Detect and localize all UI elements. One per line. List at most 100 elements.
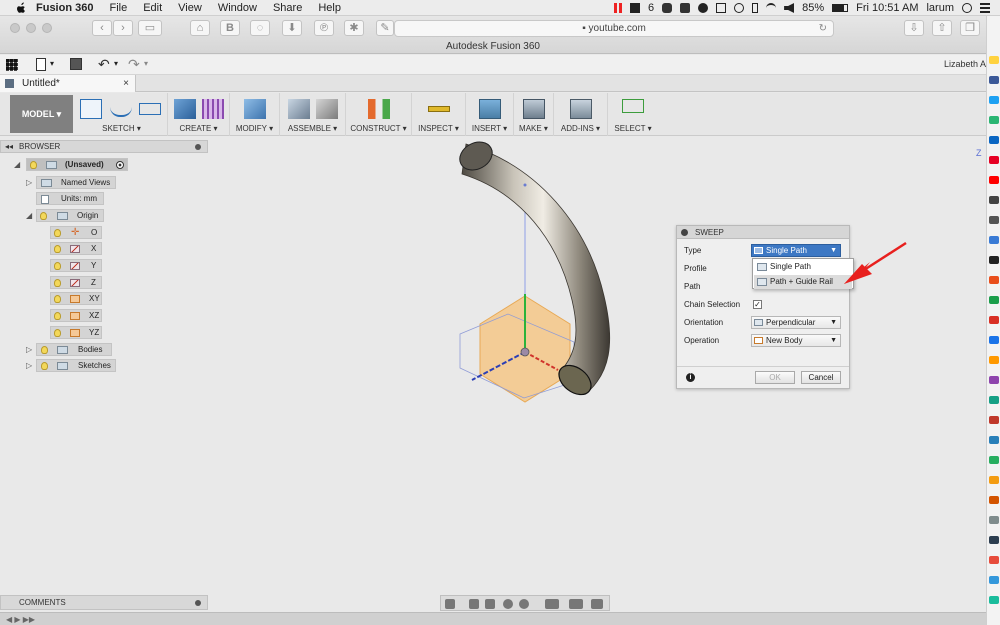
tree-units[interactable]: Units: mm bbox=[36, 192, 104, 205]
collapse-triangle-icon[interactable]: ◢ bbox=[26, 210, 32, 221]
dock-app-icon[interactable] bbox=[989, 276, 999, 284]
spotlight-icon[interactable] bbox=[962, 3, 972, 13]
visibility-bulb-icon[interactable] bbox=[41, 346, 48, 354]
origin-point[interactable] bbox=[520, 347, 530, 357]
orientation-select[interactable]: Perpendicular ▼ bbox=[751, 316, 841, 329]
pinterest-button[interactable]: ℗ bbox=[314, 20, 334, 36]
lock-icon[interactable] bbox=[716, 3, 727, 13]
expand-triangle-icon[interactable]: ▷ bbox=[26, 177, 32, 188]
address-bar[interactable]: ▪ youtube.com ↻ bbox=[394, 20, 834, 37]
dock-app-icon[interactable] bbox=[989, 116, 999, 124]
tree-origin[interactable]: ◢ Origin bbox=[26, 209, 104, 222]
share-button[interactable]: ⇧ bbox=[932, 20, 952, 36]
inspect-menu[interactable]: INSPECT ▾ bbox=[412, 124, 465, 133]
extension-button-3[interactable]: ✎ bbox=[376, 20, 394, 36]
visibility-bulb-icon[interactable] bbox=[40, 212, 47, 220]
expand-triangle-icon[interactable]: ▷ bbox=[26, 360, 32, 371]
dock-app-icon[interactable] bbox=[989, 456, 999, 464]
modify-menu[interactable]: MODIFY ▾ bbox=[230, 124, 279, 133]
menu-file[interactable]: File bbox=[109, 2, 127, 14]
dock-app-icon[interactable] bbox=[989, 156, 999, 164]
insert-image-icon[interactable] bbox=[479, 99, 501, 119]
dock-app-icon[interactable] bbox=[989, 196, 999, 204]
operation-select[interactable]: New Body ▼ bbox=[751, 334, 841, 347]
expand-triangle-icon[interactable]: ▷ bbox=[26, 344, 32, 355]
collapse-dialog-icon[interactable] bbox=[681, 229, 688, 236]
downloads-button[interactable]: ⇩ bbox=[904, 20, 924, 36]
extension-button-1[interactable]: ◌ bbox=[250, 20, 270, 36]
tree-yz-plane[interactable]: YZ bbox=[50, 326, 102, 339]
comments-panel[interactable]: COMMENTS bbox=[0, 595, 208, 610]
sketch-group[interactable]: SKETCH ▾ bbox=[76, 93, 168, 136]
redo-icon[interactable]: ↷ bbox=[128, 56, 140, 73]
dock-app-icon[interactable] bbox=[989, 516, 999, 524]
activate-radio-icon[interactable] bbox=[116, 161, 124, 169]
dock-app-icon[interactable] bbox=[989, 296, 999, 304]
visibility-bulb-icon[interactable] bbox=[54, 262, 61, 270]
dock-app-icon[interactable] bbox=[989, 216, 999, 224]
redo-caret-icon[interactable]: ▾ bbox=[144, 59, 148, 68]
scripts-icon[interactable] bbox=[570, 99, 592, 119]
dock-app-icon[interactable] bbox=[989, 76, 999, 84]
visibility-bulb-icon[interactable] bbox=[54, 279, 61, 287]
dock-app-icon[interactable] bbox=[989, 176, 999, 184]
dock-app-icon[interactable] bbox=[989, 356, 999, 364]
assemble-menu[interactable]: ASSEMBLE ▾ bbox=[280, 124, 345, 133]
pin-icon[interactable] bbox=[195, 144, 201, 150]
zoom-icon[interactable] bbox=[503, 599, 513, 609]
save-icon[interactable] bbox=[70, 58, 82, 70]
menu-edit[interactable]: Edit bbox=[143, 2, 162, 14]
select-group[interactable]: SELECT ▾ bbox=[608, 93, 658, 136]
make-menu[interactable]: MAKE ▾ bbox=[514, 124, 553, 133]
dock-app-icon[interactable] bbox=[989, 476, 999, 484]
apps-grid-icon[interactable] bbox=[6, 59, 18, 71]
new-component-icon[interactable] bbox=[288, 99, 310, 119]
tree-sketches[interactable]: ▷ Sketches bbox=[26, 359, 116, 372]
add-ins-menu[interactable]: ADD-INS ▾ bbox=[554, 124, 607, 133]
select-menu[interactable]: SELECT ▾ bbox=[608, 124, 658, 133]
menu-window[interactable]: Window bbox=[218, 2, 257, 14]
dock-app-icon[interactable] bbox=[989, 236, 999, 244]
visibility-bulb-icon[interactable] bbox=[41, 362, 48, 370]
select-icon[interactable] bbox=[622, 99, 644, 113]
visibility-bulb-icon[interactable] bbox=[30, 161, 37, 169]
canvas-viewport[interactable]: Z bbox=[208, 136, 986, 610]
info-icon[interactable]: i bbox=[686, 373, 695, 382]
tree-root[interactable]: ◢ (Unsaved) bbox=[14, 158, 128, 171]
dock-app-icon[interactable] bbox=[989, 56, 999, 64]
grid-settings-icon[interactable] bbox=[569, 599, 583, 609]
dock-app-icon[interactable] bbox=[989, 316, 999, 324]
workspace-switcher[interactable]: MODEL ▾ bbox=[10, 95, 73, 133]
menu-share[interactable]: Share bbox=[273, 2, 302, 14]
pause-icon[interactable] bbox=[613, 3, 622, 13]
collapse-panel-icon[interactable]: ◂◂ bbox=[5, 141, 13, 153]
sweep-dialog-header[interactable]: SWEEP bbox=[677, 226, 849, 239]
create-menu[interactable]: CREATE ▾ bbox=[168, 124, 229, 133]
insert-group[interactable]: INSERT ▾ bbox=[466, 93, 514, 136]
construct-menu[interactable]: CONSTRUCT ▾ bbox=[346, 124, 411, 133]
construct-group[interactable]: CONSTRUCT ▾ bbox=[346, 93, 412, 136]
dock-app-icon[interactable] bbox=[989, 436, 999, 444]
modify-group[interactable]: MODIFY ▾ bbox=[230, 93, 280, 136]
volume-icon[interactable] bbox=[784, 3, 795, 13]
tree-bodies[interactable]: ▷ Bodies bbox=[26, 343, 112, 356]
rectangle-icon[interactable] bbox=[139, 103, 161, 115]
viewcube-z-label[interactable]: Z bbox=[976, 148, 982, 158]
dock-app-icon[interactable] bbox=[989, 96, 999, 104]
dock-app-icon[interactable] bbox=[989, 416, 999, 424]
tree-y-axis[interactable]: Y bbox=[50, 259, 102, 272]
pocket-button[interactable]: ⬇ bbox=[282, 20, 302, 36]
press-pull-icon[interactable] bbox=[244, 99, 266, 119]
menu-app-name[interactable]: Fusion 360 bbox=[36, 2, 93, 14]
bookmark-b-button[interactable]: B bbox=[220, 20, 240, 36]
fit-icon[interactable] bbox=[519, 599, 529, 609]
visibility-bulb-icon[interactable] bbox=[54, 229, 61, 237]
time-machine-icon[interactable] bbox=[734, 3, 745, 13]
evernote-icon[interactable] bbox=[662, 3, 673, 13]
dock-app-icon[interactable] bbox=[989, 336, 999, 344]
dropbox-icon[interactable] bbox=[680, 3, 691, 13]
browser-header[interactable]: ◂◂ BROWSER bbox=[0, 140, 208, 153]
menu-view[interactable]: View bbox=[178, 2, 202, 14]
tree-xy-plane[interactable]: XY bbox=[50, 292, 102, 305]
dock-app-icon[interactable] bbox=[989, 256, 999, 264]
